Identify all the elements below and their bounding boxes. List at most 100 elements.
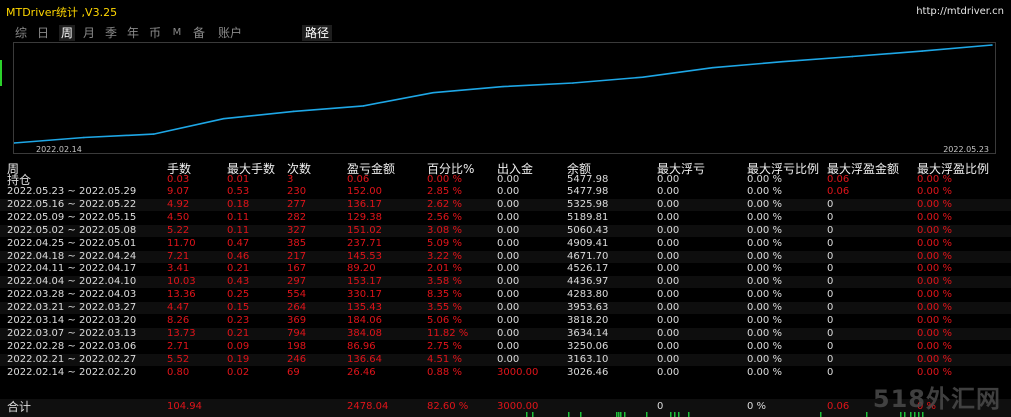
table-cell: 2.62 % bbox=[427, 198, 462, 210]
table-cell: 0.00 % bbox=[917, 315, 952, 326]
table-row[interactable]: 2022.04.25 ~ 2022.05.01 11.70 0.47 385 237.7… bbox=[0, 238, 1011, 250]
holding-cell: 0.00 % bbox=[427, 174, 462, 185]
table-cell: 0.00 bbox=[497, 353, 520, 365]
table-cell: 794 bbox=[287, 327, 307, 339]
table-cell: 4526.17 bbox=[567, 263, 609, 275]
table-cell: 297 bbox=[287, 276, 307, 288]
table-cell: 4.47 bbox=[167, 302, 190, 314]
tab-m[interactable]: M bbox=[171, 25, 183, 41]
table-cell: 3000.00 bbox=[497, 366, 539, 378]
table-cell: 0.00 bbox=[657, 237, 680, 249]
table-cell: 4909.41 bbox=[567, 237, 609, 249]
status-tick bbox=[688, 412, 690, 417]
table-cell: 13.73 bbox=[167, 327, 196, 339]
table-cell: 11.82 % bbox=[427, 327, 469, 339]
week-range: 2022.02.28 ~ 2022.03.06 bbox=[7, 340, 137, 352]
table-row[interactable]: 2022.03.21 ~ 2022.03.27 4.47 0.15 264 135.43… bbox=[0, 302, 1011, 315]
table-row[interactable]: 2022.05.09 ~ 2022.05.15 4.50 0.11 282 129.38… bbox=[0, 212, 1011, 224]
holding-cell: 0.00 % bbox=[917, 174, 952, 185]
tab-notes[interactable]: 备 bbox=[192, 25, 206, 41]
holding-cell: 0.06 bbox=[347, 174, 370, 185]
table-cell: 3.22 % bbox=[427, 250, 462, 262]
table-cell: 0.00 bbox=[657, 224, 680, 236]
table-cell: 3163.10 bbox=[567, 353, 609, 365]
table-row[interactable]: 2022.02.28 ~ 2022.03.06 2.71 0.09 198 86.96 2… bbox=[0, 341, 1011, 353]
table-row[interactable]: 2022.02.14 ~ 2022.02.20 0.80 0.02 69 26.46 0.… bbox=[0, 367, 1011, 379]
table-cell: 0.00 % bbox=[917, 366, 952, 378]
table-cell: 0.00 % bbox=[917, 302, 952, 314]
table-row[interactable]: 2022.04.11 ~ 2022.04.17 3.41 0.21 167 89.20 2… bbox=[0, 263, 1011, 275]
table-cell: 384.08 bbox=[347, 327, 382, 339]
table-cell: 2.01 % bbox=[427, 263, 462, 275]
table-cell: 184.06 bbox=[347, 315, 382, 326]
table-cell: 10.03 bbox=[167, 276, 196, 288]
table-cell: 167 bbox=[287, 263, 307, 275]
holding-cell: 0.00 bbox=[657, 174, 680, 185]
table-row[interactable]: 2022.05.23 ~ 2022.05.29 9.07 0.53 230 152.00… bbox=[0, 186, 1011, 198]
balance-point bbox=[152, 133, 155, 135]
table-cell: 3818.20 bbox=[567, 315, 609, 326]
table-cell: 0.00 % bbox=[747, 250, 782, 262]
table-row[interactable]: 2022.05.16 ~ 2022.05.22 4.92 0.18 277 136.17… bbox=[0, 198, 1011, 211]
table-cell: 0.00 % bbox=[747, 211, 782, 223]
tab-path[interactable]: 路径 bbox=[302, 25, 332, 41]
table-cell: 0 bbox=[827, 353, 834, 365]
table-cell: 129.38 bbox=[347, 211, 382, 223]
table-cell: 8.35 % bbox=[427, 289, 462, 301]
tab-quarter[interactable]: 季 bbox=[104, 25, 118, 41]
table-cell: 0.02 bbox=[227, 366, 250, 378]
table-cell: 198 bbox=[287, 340, 307, 352]
table-cell: 0.00 bbox=[497, 340, 520, 352]
tab-account[interactable]: 账户 bbox=[216, 25, 244, 41]
table-cell: 0.00 bbox=[497, 237, 520, 249]
table-cell: 0.00 bbox=[497, 289, 520, 301]
balance-chart: 2022.02.14 2022.05.23 bbox=[13, 42, 996, 154]
table-row[interactable]: 2022.03.28 ~ 2022.04.03 13.36 0.25 554 330.1… bbox=[0, 289, 1011, 301]
tab-week[interactable]: 周 bbox=[59, 25, 75, 41]
week-range: 2022.02.21 ~ 2022.02.27 bbox=[7, 353, 137, 365]
table-cell: 0.80 bbox=[167, 366, 190, 378]
table-cell: 3026.46 bbox=[567, 366, 609, 378]
table-cell: 3634.14 bbox=[567, 327, 609, 339]
table-cell: 0.00 bbox=[497, 276, 520, 288]
table-cell: 0.21 bbox=[227, 327, 250, 339]
table-row[interactable]: 2022.03.14 ~ 2022.03.20 8.26 0.23 369 184.06… bbox=[0, 315, 1011, 327]
week-range: 2022.03.21 ~ 2022.03.27 bbox=[7, 302, 137, 314]
table-row[interactable]: 2022.03.07 ~ 2022.03.13 13.73 0.21 794 384.0… bbox=[0, 327, 1011, 340]
table-cell: 0.00 bbox=[657, 263, 680, 275]
table-cell: 0 bbox=[827, 289, 834, 301]
table-cell: 0.00 bbox=[657, 211, 680, 223]
table-cell: 237.71 bbox=[347, 237, 382, 249]
website-link[interactable]: http://mtdriver.cn bbox=[916, 6, 1004, 17]
tab-bar: 综 日 周 月 季 年 币 M 备 账户 路径 bbox=[0, 24, 1011, 42]
table-cell: 0.00 bbox=[657, 315, 680, 326]
status-tick bbox=[532, 412, 534, 417]
balance-point bbox=[222, 117, 225, 120]
status-tick bbox=[670, 412, 672, 417]
balance-point bbox=[292, 110, 295, 113]
table-cell: 0.00 % bbox=[917, 276, 952, 288]
tab-overview[interactable]: 综 bbox=[14, 25, 28, 41]
balance-point bbox=[572, 82, 574, 84]
week-range: 2022.05.16 ~ 2022.05.22 bbox=[7, 198, 137, 210]
table-row[interactable]: 2022.04.04 ~ 2022.04.10 10.03 0.43 297 153.1… bbox=[0, 276, 1011, 289]
status-tick bbox=[616, 412, 618, 417]
table-row[interactable]: 2022.02.21 ~ 2022.02.27 5.52 0.19 246 136.64… bbox=[0, 353, 1011, 366]
tab-year[interactable]: 年 bbox=[126, 25, 140, 41]
tab-currency[interactable]: 币 bbox=[148, 25, 162, 41]
status-tick bbox=[674, 412, 676, 417]
table-cell: 5.09 % bbox=[427, 237, 462, 249]
table-cell: 3250.06 bbox=[567, 340, 609, 352]
table-cell: 0.00 % bbox=[747, 302, 782, 314]
table-cell: 282 bbox=[287, 211, 307, 223]
table-cell: 4.50 bbox=[167, 211, 190, 223]
table-cell: 89.20 bbox=[347, 263, 376, 275]
table-row[interactable]: 2022.04.18 ~ 2022.04.24 7.21 0.46 217 145.53… bbox=[0, 250, 1011, 263]
status-tick bbox=[866, 412, 868, 417]
tab-month[interactable]: 月 bbox=[82, 25, 96, 41]
table-cell: 0.00 % bbox=[917, 327, 952, 339]
tab-day[interactable]: 日 bbox=[36, 25, 50, 41]
table-row[interactable]: 2022.05.02 ~ 2022.05.08 5.22 0.11 327 151.02… bbox=[0, 224, 1011, 237]
table-cell: 0.11 bbox=[227, 211, 250, 223]
table-cell: 4283.80 bbox=[567, 289, 609, 301]
